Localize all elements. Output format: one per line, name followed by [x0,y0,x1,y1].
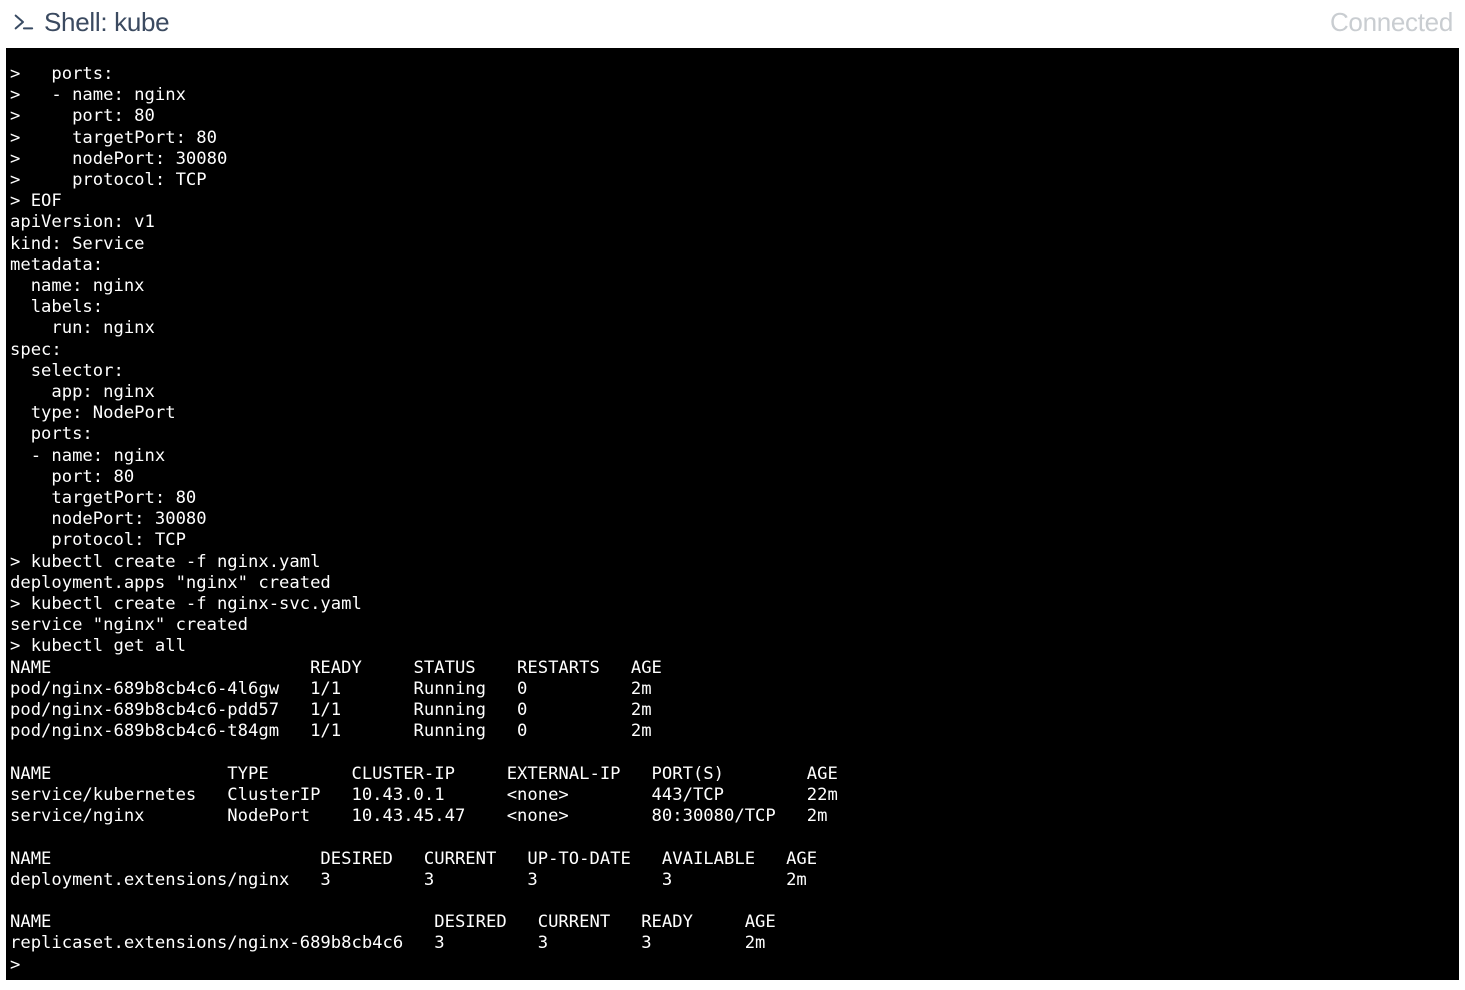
shell-title: Shell: kube [44,7,169,38]
terminal-lines: > ports: > - name: nginx > port: 80 > ta… [10,64,1455,976]
terminal-output[interactable]: > ports: > - name: nginx > port: 80 > ta… [6,48,1459,980]
header-bar: Shell: kube Connected [0,0,1465,48]
prompt-icon [12,11,34,33]
terminal-scroll-spacer [10,48,1455,64]
header-left: Shell: kube [12,7,169,38]
terminal-container: > ports: > - name: nginx > port: 80 > ta… [6,48,1459,980]
connection-status: Connected [1330,7,1453,38]
